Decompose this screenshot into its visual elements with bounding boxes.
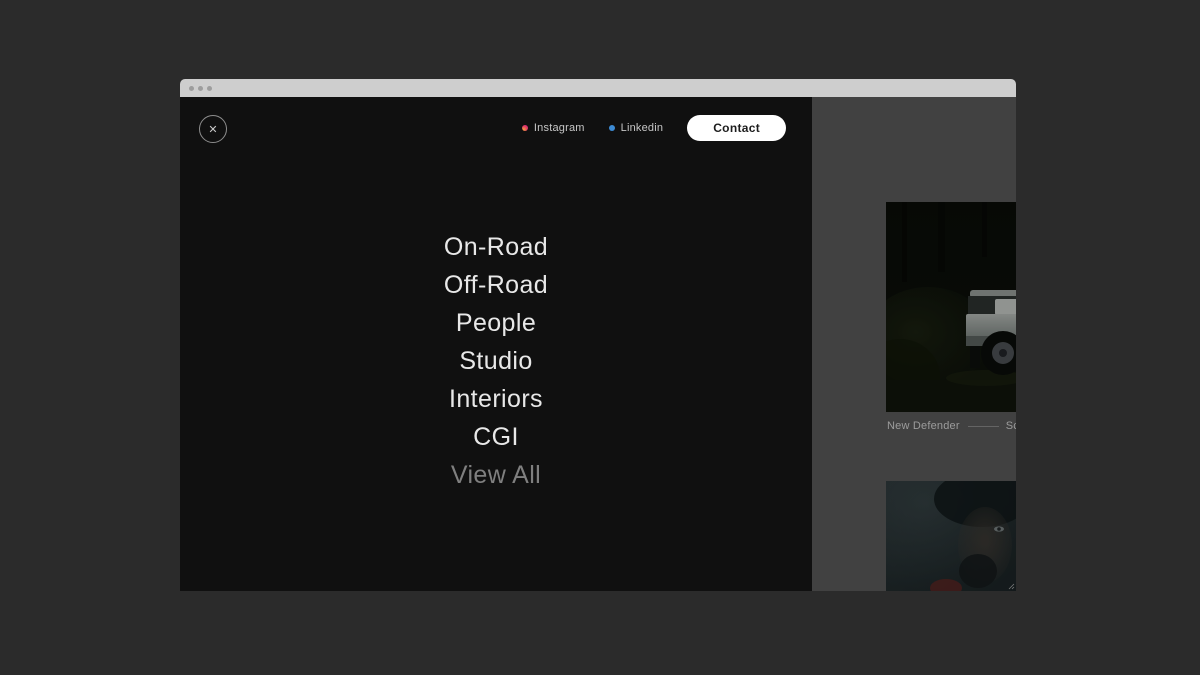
overlay-topbar: Instagram Linkedin Contact [522, 112, 786, 144]
linkedin-link[interactable]: Linkedin [609, 122, 664, 134]
menu-item-off-road[interactable]: Off-Road [180, 266, 812, 304]
contact-button[interactable]: Contact [687, 115, 786, 141]
browser-window: New Defender Scotland [180, 79, 1016, 591]
linkedin-label: Linkedin [621, 122, 664, 134]
linkedin-dot-icon [609, 125, 615, 131]
traffic-light-dot[interactable] [207, 86, 212, 91]
instagram-dot-icon [522, 125, 528, 131]
caption-separator-line [968, 426, 999, 427]
defender-forest-illustration [886, 202, 1016, 412]
project-image-new-defender[interactable] [886, 202, 1016, 412]
main-menu: On-Road Off-Road People Studio Interiors… [180, 228, 812, 494]
project-caption[interactable]: New Defender Scotland [887, 419, 1016, 433]
page-content-strip: New Defender Scotland [812, 97, 1016, 591]
close-menu-button[interactable]: ✕ [199, 115, 227, 143]
traffic-light-dot[interactable] [198, 86, 203, 91]
project-image-portrait[interactable] [886, 481, 1016, 591]
menu-item-people[interactable]: People [180, 304, 812, 342]
menu-item-cgi[interactable]: CGI [180, 418, 812, 456]
traffic-light-dot[interactable] [189, 86, 194, 91]
project-location: Scotland [1006, 420, 1016, 432]
close-icon: ✕ [208, 123, 217, 136]
project-title: New Defender [887, 420, 960, 432]
instagram-link[interactable]: Instagram [522, 122, 585, 134]
menu-item-on-road[interactable]: On-Road [180, 228, 812, 266]
contact-button-label: Contact [713, 121, 760, 135]
menu-item-view-all[interactable]: View All [180, 456, 812, 494]
portrait-illustration [886, 481, 1016, 591]
instagram-label: Instagram [534, 122, 585, 134]
menu-item-interiors[interactable]: Interiors [180, 380, 812, 418]
menu-overlay: ✕ Instagram Linkedin Contact On-Road Off… [180, 97, 812, 591]
menu-item-studio[interactable]: Studio [180, 342, 812, 380]
page-viewport: New Defender Scotland [180, 97, 1016, 591]
resize-grip-icon[interactable] [1008, 583, 1015, 590]
browser-titlebar[interactable] [180, 79, 1016, 97]
